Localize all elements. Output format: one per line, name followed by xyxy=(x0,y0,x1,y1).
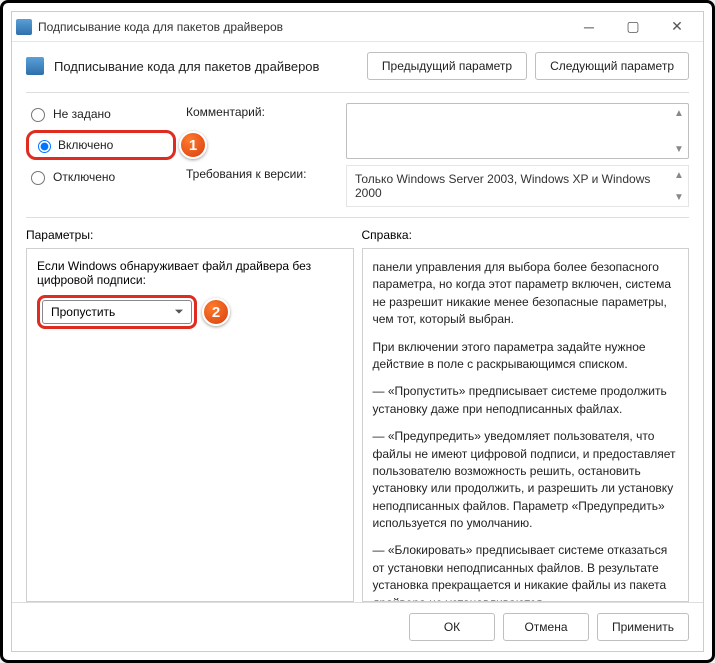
combo-highlight: Пропустить 2 xyxy=(37,295,197,329)
apply-button[interactable]: Применить xyxy=(597,613,689,641)
radio-enabled[interactable] xyxy=(38,140,51,153)
window-title: Подписывание кода для пакетов драйверов xyxy=(38,20,283,34)
scroll-up-icon[interactable]: ▲ xyxy=(672,106,686,120)
radio-disabled-label[interactable]: Отключено xyxy=(53,170,115,184)
help-paragraph: — «Пропустить» предписывает системе прод… xyxy=(373,383,679,418)
requirements-label: Требования к версии: xyxy=(186,165,336,181)
help-paragraph: При включении этого параметра задайте ну… xyxy=(373,339,679,374)
help-paragraph: панели управления для выбора более безоп… xyxy=(373,259,679,329)
radio-enabled-label[interactable]: Включено xyxy=(58,138,113,152)
policy-icon xyxy=(16,19,32,35)
page-title: Подписывание кода для пакетов драйверов xyxy=(54,59,357,74)
minimize-button[interactable]: ─ xyxy=(567,12,611,42)
requirements-text: Только Windows Server 2003, Windows XP и… xyxy=(355,172,650,200)
radio-not-configured[interactable] xyxy=(31,108,45,122)
callout-marker-2: 2 xyxy=(202,298,230,326)
titlebar: Подписывание кода для пакетов драйверов … xyxy=(12,12,703,42)
radio-disabled[interactable] xyxy=(31,171,45,185)
cancel-button[interactable]: Отмена xyxy=(503,613,589,641)
options-prompt: Если Windows обнаруживает файл драйвера … xyxy=(37,259,343,287)
options-label: Параметры: xyxy=(26,226,354,248)
requirements-box: Только Windows Server 2003, Windows XP и… xyxy=(346,165,689,207)
help-panel[interactable]: панели управления для выбора более безоп… xyxy=(362,248,690,602)
callout-marker-1: 1 xyxy=(179,131,207,159)
help-paragraph: — «Блокировать» предписывает системе отк… xyxy=(373,542,679,602)
maximize-button[interactable]: ▢ xyxy=(611,12,655,42)
next-setting-button[interactable]: Следующий параметр xyxy=(535,52,689,80)
previous-setting-button[interactable]: Предыдущий параметр xyxy=(367,52,527,80)
comment-textbox[interactable]: ▲ ▼ xyxy=(346,103,689,159)
close-button[interactable]: ✕ xyxy=(655,12,699,42)
policy-header-icon xyxy=(26,57,44,75)
scroll-down-icon[interactable]: ▼ xyxy=(672,190,686,204)
options-panel: Если Windows обнаруживает файл драйвера … xyxy=(26,248,354,602)
ok-button[interactable]: ОК xyxy=(409,613,495,641)
scroll-up-icon[interactable]: ▲ xyxy=(672,168,686,182)
signing-action-combobox[interactable]: Пропустить xyxy=(42,300,192,324)
combo-selected-value: Пропустить xyxy=(51,305,115,319)
comment-label: Комментарий: xyxy=(186,103,336,119)
radio-not-configured-label[interactable]: Не задано xyxy=(53,107,111,121)
enabled-highlight: Включено 1 xyxy=(26,130,176,160)
help-paragraph: — «Предупредить» уведомляет пользователя… xyxy=(373,428,679,532)
help-label: Справка: xyxy=(362,226,690,248)
scroll-down-icon[interactable]: ▼ xyxy=(672,142,686,156)
